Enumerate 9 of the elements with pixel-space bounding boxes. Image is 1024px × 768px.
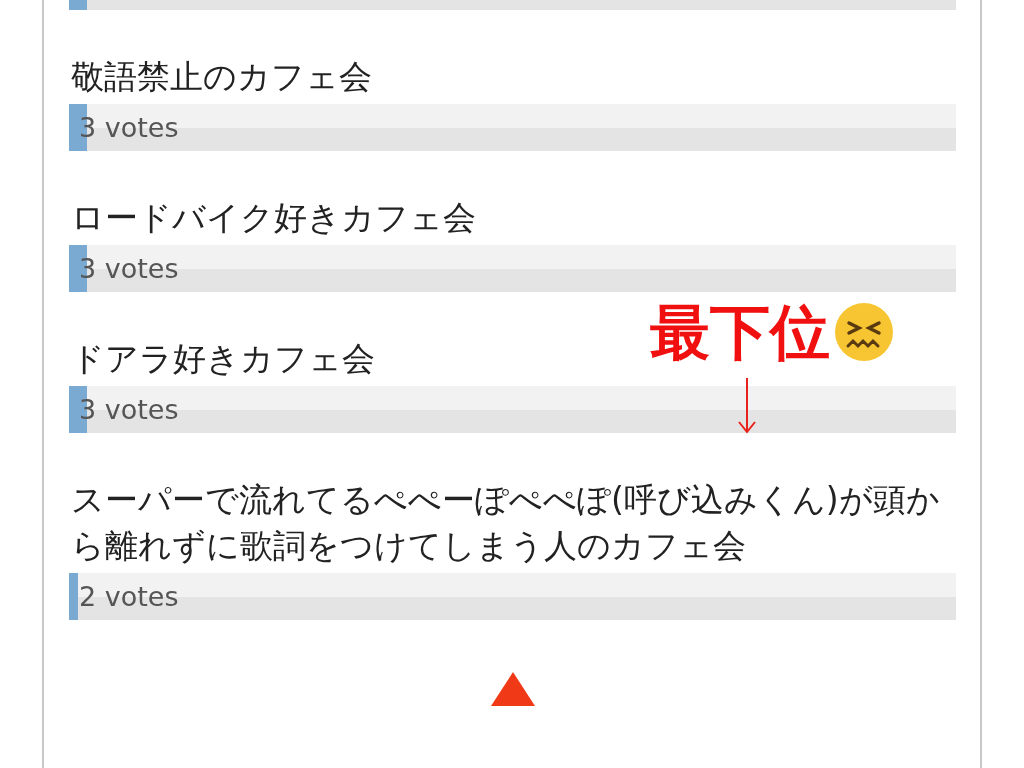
annotation-text: 最下位 — [650, 300, 830, 364]
option-title: ドアラ好きカフェ会 — [70, 338, 376, 380]
option-title: ロードバイク好きカフェ会 — [70, 197, 477, 239]
vote-count: 2 votes — [78, 581, 179, 612]
option-title: スーパーで流れてるぺぺーぽぺぺぽ(呼び込みくん)が頭から離れずに歌詞をつけてしまう人のカフェ会 — [70, 479, 941, 567]
up-triangle-icon[interactable] — [490, 672, 535, 706]
option-title: 敬語禁止のカフェ会 — [70, 56, 373, 98]
face-icon — [834, 302, 894, 362]
down-arrow-icon — [735, 378, 759, 434]
